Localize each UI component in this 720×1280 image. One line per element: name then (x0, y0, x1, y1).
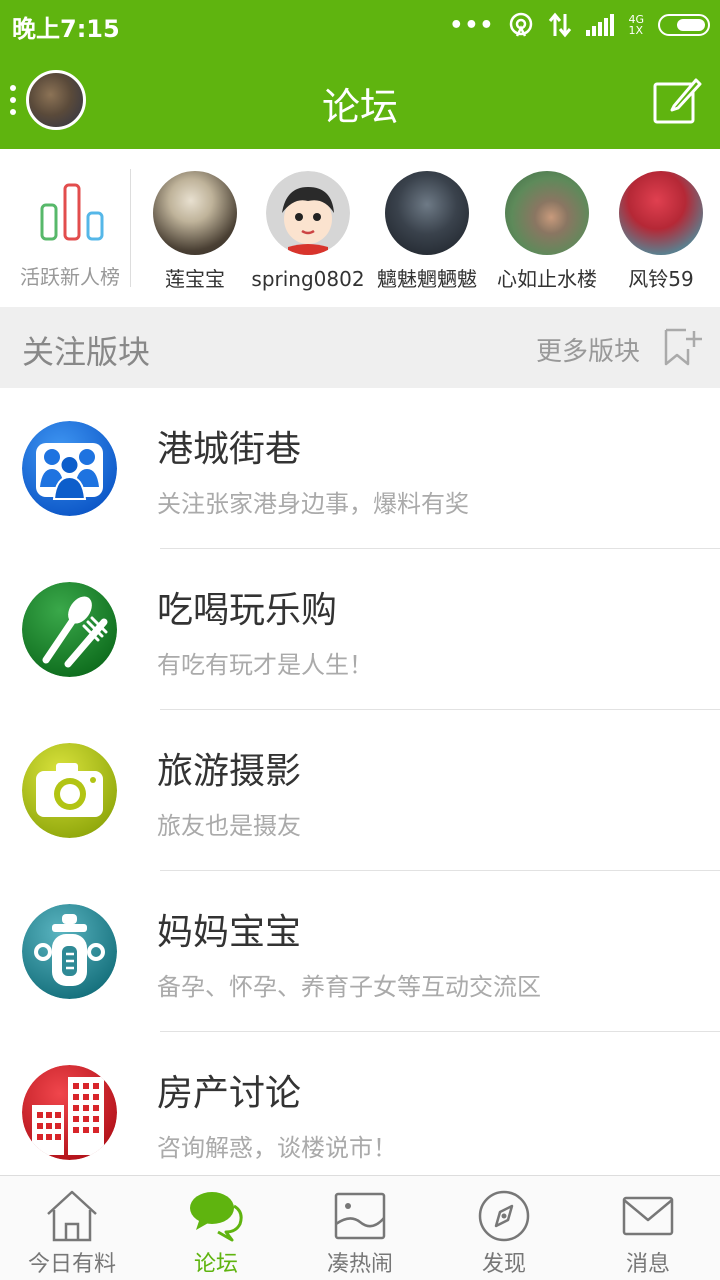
cartoon-avatar (266, 171, 350, 255)
camera-icon (22, 743, 117, 838)
battery-icon (658, 14, 710, 36)
rank-label: 活跃新人榜 (20, 265, 120, 289)
forum-name: 房产讨论 (157, 1073, 302, 1114)
active-user[interactable]: 莲宝宝 (134, 171, 256, 292)
forum-description: 备孕、怀孕、养育子女等互动交流区 (157, 973, 541, 1001)
user-name: 莲宝宝 (165, 267, 225, 291)
forum-name: 妈妈宝宝 (157, 912, 302, 953)
user-name: 风铃59 (628, 267, 694, 291)
forum-description: 咨询解惑，谈楼说市！ (157, 1134, 397, 1162)
signal-icon (586, 14, 615, 36)
compass-icon (478, 1190, 530, 1242)
active-user[interactable]: 心如止水楼 (486, 171, 608, 292)
hotspot-icon (510, 12, 533, 37)
mail-icon (622, 1196, 674, 1236)
user-photo (619, 171, 703, 255)
bottom-nav: 今日有料 论坛 凑热闹 发现 消息 (0, 1175, 720, 1280)
chat-icon (190, 1192, 243, 1242)
user-photo (505, 171, 589, 255)
active-users-row: 活跃新人榜 莲宝宝 spring0802 魑魅魍魉魃 心如止水楼 风铃59 (0, 149, 720, 307)
tab-label: 今日有料 (27, 1252, 116, 1277)
data-transfer-icon (549, 12, 572, 38)
user-photo (153, 171, 237, 255)
forum-item[interactable]: 旅游摄影 旅友也是摄友 (0, 710, 720, 871)
active-user[interactable]: spring0802 (247, 171, 369, 291)
forum-item[interactable]: 房产讨论 咨询解惑，谈楼说市！ (0, 1032, 720, 1193)
user-name: 魑魅魍魉魃 (377, 267, 477, 291)
home-icon (47, 1190, 97, 1242)
tab-label: 论坛 (193, 1252, 238, 1277)
forum-list: 港城街巷 关注张家港身边事，爆料有奖 吃喝玩乐购 有吃有玩才是人生！ 旅游摄影 … (0, 388, 720, 1193)
forum-name: 旅游摄影 (157, 751, 302, 792)
bar-chart-icon (40, 183, 104, 241)
user-photo (385, 171, 469, 255)
user-name: spring0802 (251, 267, 365, 291)
page-title: 论坛 (321, 85, 398, 129)
forum-name: 吃喝玩乐购 (157, 590, 338, 631)
divider (130, 169, 131, 287)
forum-description: 关注张家港身边事，爆料有奖 (157, 490, 469, 518)
forum-item[interactable]: 妈妈宝宝 备孕、怀孕、养育子女等互动交流区 (0, 871, 720, 1032)
tab-messages[interactable]: 消息 (576, 1176, 720, 1280)
tab-label: 消息 (625, 1252, 670, 1277)
active-rank-button[interactable]: 活跃新人榜 (0, 149, 130, 307)
followed-boards-header: 关注版块 更多版块 (0, 307, 720, 388)
notification-dots: ••• (449, 12, 495, 38)
forum-name: 港城街巷 (157, 429, 302, 470)
forum-description: 有吃有玩才是人生！ (157, 651, 373, 679)
tab-label: 发现 (481, 1252, 526, 1277)
people-icon (22, 421, 117, 516)
status-time: 晚上7:15 (12, 15, 120, 43)
network-type: 4G 1X (628, 13, 644, 37)
section-title: 关注版块 (22, 333, 151, 371)
baby-bottle-icon (22, 904, 117, 999)
tab-label: 凑热闹 (326, 1252, 393, 1277)
tab-fun[interactable]: 凑热闹 (288, 1176, 432, 1280)
forum-description: 旅友也是摄友 (157, 812, 301, 840)
tab-today[interactable]: 今日有料 (0, 1176, 144, 1280)
tab-forum[interactable]: 论坛 (144, 1176, 288, 1280)
picture-icon (334, 1192, 386, 1240)
active-user[interactable]: 魑魅魍魉魃 (366, 171, 488, 292)
more-boards-link[interactable]: 更多版块 (536, 331, 640, 368)
status-bar: 晚上7:15 ••• 4G 1X (0, 0, 720, 50)
forum-item[interactable]: 港城街巷 关注张家港身边事，爆料有奖 (0, 388, 720, 549)
app-header: 论坛 (0, 50, 720, 149)
utensils-icon (22, 582, 117, 677)
compose-icon[interactable] (652, 76, 702, 126)
tab-discover[interactable]: 发现 (432, 1176, 576, 1280)
status-icons: ••• 4G 1X (449, 10, 710, 40)
user-name: 心如止水楼 (497, 267, 597, 291)
add-bookmark-icon[interactable] (662, 327, 702, 367)
building-icon (22, 1065, 117, 1160)
forum-item[interactable]: 吃喝玩乐购 有吃有玩才是人生！ (0, 549, 720, 710)
active-user[interactable]: 风铃59 (600, 171, 720, 292)
